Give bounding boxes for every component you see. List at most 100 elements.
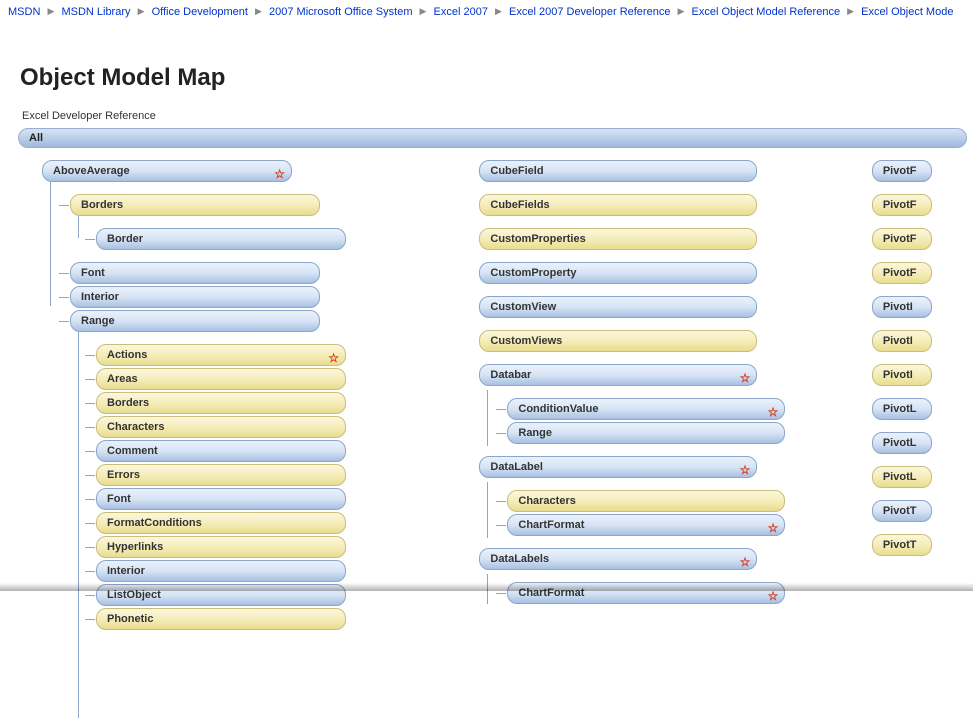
chevron-right-icon: ▶: [847, 6, 854, 17]
node-label: PivotF: [883, 199, 917, 211]
node-label: DataLabels: [490, 553, 549, 565]
breadcrumb: MSDN ▶ MSDN Library ▶ Office Development…: [0, 0, 973, 18]
star-icon: ☆: [740, 552, 751, 572]
node-pivot-5[interactable]: PivotI: [872, 330, 932, 352]
node-label: Range: [81, 315, 115, 327]
node-pivot-7[interactable]: PivotL: [872, 398, 932, 420]
node-customproperties[interactable]: CustomProperties: [479, 228, 757, 250]
node-label: Borders: [107, 397, 149, 409]
node-aboveaverage[interactable]: AboveAverage ☆: [42, 160, 292, 182]
node-pivot-8[interactable]: PivotL: [872, 432, 932, 454]
node-borders[interactable]: Borders: [70, 194, 320, 216]
breadcrumb-link[interactable]: Excel Object Model Reference: [692, 6, 841, 18]
node-customproperty[interactable]: CustomProperty: [479, 262, 757, 284]
node-label: PivotI: [883, 301, 913, 313]
node-interior2[interactable]: Interior: [96, 560, 346, 582]
chevron-right-icon: ▶: [138, 6, 145, 17]
node-label: DataLabel: [490, 461, 543, 473]
node-pivot-11[interactable]: PivotT: [872, 534, 932, 556]
node-label: PivotL: [883, 471, 917, 483]
node-chartformat[interactable]: ChartFormat ☆: [507, 514, 785, 536]
node-hyperlinks[interactable]: Hyperlinks: [96, 536, 346, 558]
node-pivot-4[interactable]: PivotI: [872, 296, 932, 318]
node-phonetic[interactable]: Phonetic: [96, 608, 346, 630]
node-label: Hyperlinks: [107, 541, 163, 553]
tree-column-a: AboveAverage ☆ Borders Border Font Inter…: [30, 160, 437, 632]
node-listobject[interactable]: ListObject: [96, 584, 346, 606]
filter-all-label: All: [29, 132, 43, 144]
star-icon: ☆: [768, 518, 779, 538]
breadcrumb-link[interactable]: 2007 Microsoft Office System: [269, 6, 412, 18]
node-label: CubeField: [490, 165, 543, 177]
node-font[interactable]: Font: [70, 262, 320, 284]
node-pivot-2[interactable]: PivotF: [872, 228, 932, 250]
node-errors[interactable]: Errors: [96, 464, 346, 486]
node-label: ChartFormat: [518, 587, 584, 599]
node-cubefield[interactable]: CubeField: [479, 160, 757, 182]
node-label: PivotL: [883, 403, 917, 415]
node-customviews[interactable]: CustomViews: [479, 330, 757, 352]
breadcrumb-link[interactable]: Office Development: [152, 6, 248, 18]
node-label: Interior: [107, 565, 145, 577]
node-label: AboveAverage: [53, 165, 130, 177]
node-borders2[interactable]: Borders: [96, 392, 346, 414]
node-pivot-0[interactable]: PivotF: [872, 160, 932, 182]
node-pivot-9[interactable]: PivotL: [872, 466, 932, 488]
node-label: Border: [107, 233, 143, 245]
node-label: PivotT: [883, 505, 917, 517]
node-label: PivotF: [883, 267, 917, 279]
node-label: CustomViews: [490, 335, 562, 347]
node-label: CustomProperties: [490, 233, 585, 245]
node-pivot-10[interactable]: PivotT: [872, 500, 932, 522]
node-border[interactable]: Border: [96, 228, 346, 250]
node-formatconditions[interactable]: FormatConditions: [96, 512, 346, 534]
node-label: Interior: [81, 291, 119, 303]
tree-column-c: PivotF PivotF PivotF PivotF PivotI Pivot…: [860, 160, 973, 632]
star-icon: ☆: [768, 402, 779, 422]
node-pivot-6[interactable]: PivotI: [872, 364, 932, 386]
node-conditionvalue[interactable]: ConditionValue ☆: [507, 398, 785, 420]
node-range[interactable]: Range: [70, 310, 320, 332]
star-icon: ☆: [740, 460, 751, 480]
breadcrumb-link[interactable]: Excel Object Mode: [861, 6, 953, 18]
node-characters[interactable]: Characters: [96, 416, 346, 438]
node-interior[interactable]: Interior: [70, 286, 320, 308]
node-font2[interactable]: Font: [96, 488, 346, 510]
node-areas[interactable]: Areas: [96, 368, 346, 390]
node-customview[interactable]: CustomView: [479, 296, 757, 318]
node-chartformat2[interactable]: ChartFormat ☆: [507, 582, 785, 604]
node-label: CubeFields: [490, 199, 549, 211]
node-label: PivotI: [883, 335, 913, 347]
node-label: Actions: [107, 349, 147, 361]
node-label: Font: [81, 267, 105, 279]
node-actions[interactable]: Actions ☆: [96, 344, 346, 366]
node-label: PivotL: [883, 437, 917, 449]
node-characters2[interactable]: Characters: [507, 490, 785, 512]
node-databar[interactable]: Databar ☆: [479, 364, 757, 386]
node-label: PivotF: [883, 165, 917, 177]
chevron-right-icon: ▶: [495, 6, 502, 17]
node-datalabel[interactable]: DataLabel ☆: [479, 456, 757, 478]
filter-all[interactable]: All: [18, 128, 967, 148]
tree-column-b: CubeField CubeFields CustomProperties Cu…: [437, 160, 859, 632]
chevron-right-icon: ▶: [420, 6, 427, 17]
chevron-right-icon: ▶: [47, 6, 54, 17]
node-comment[interactable]: Comment: [96, 440, 346, 462]
star-icon: ☆: [328, 348, 339, 368]
node-label: Font: [107, 493, 131, 505]
breadcrumb-link[interactable]: Excel 2007: [434, 6, 488, 18]
node-label: PivotT: [883, 539, 917, 551]
node-label: Comment: [107, 445, 158, 457]
node-datalabels[interactable]: DataLabels ☆: [479, 548, 757, 570]
breadcrumb-link[interactable]: MSDN Library: [61, 6, 130, 18]
node-label: Phonetic: [107, 613, 153, 625]
breadcrumb-link[interactable]: Excel 2007 Developer Reference: [509, 6, 670, 18]
chevron-right-icon: ▶: [678, 6, 685, 17]
breadcrumb-link[interactable]: MSDN: [8, 6, 40, 18]
node-pivot-3[interactable]: PivotF: [872, 262, 932, 284]
node-range2[interactable]: Range: [507, 422, 785, 444]
node-cubefields[interactable]: CubeFields: [479, 194, 757, 216]
node-label: Databar: [490, 369, 531, 381]
node-label: Characters: [107, 421, 164, 433]
node-pivot-1[interactable]: PivotF: [872, 194, 932, 216]
